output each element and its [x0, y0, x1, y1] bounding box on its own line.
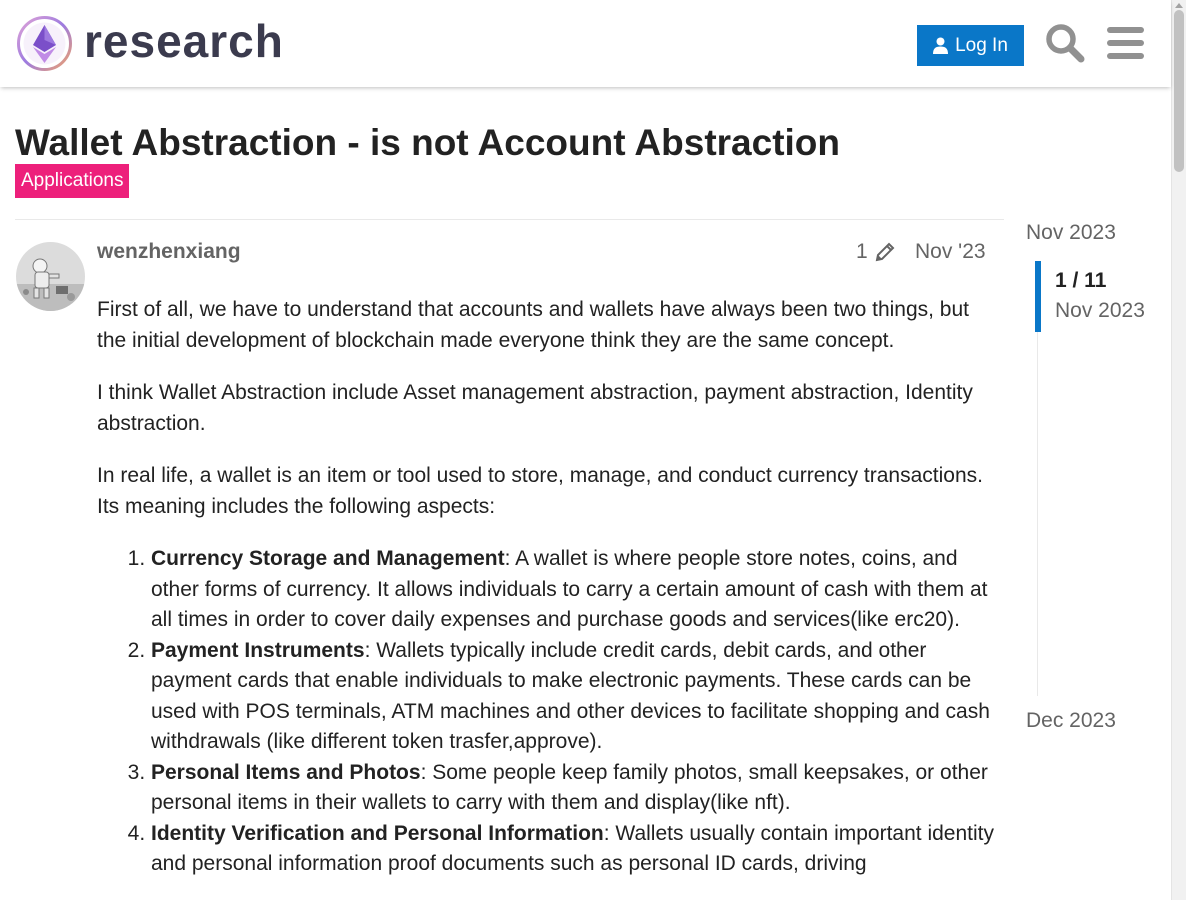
list-item: Payment Instruments: Wallets typically i… [151, 636, 997, 758]
scroll-up-arrow-icon[interactable] [1175, 3, 1183, 8]
list-item: Personal Items and Photos: Some people k… [151, 758, 997, 819]
post-paragraph: In real life, a wallet is an item or too… [97, 464, 983, 518]
site-logo[interactable]: research [16, 15, 284, 72]
category-badge[interactable]: Applications [15, 164, 130, 198]
site-name: research [84, 14, 284, 67]
list-item-term: Identity Verification and Personal Infor… [151, 821, 604, 845]
title-divider [15, 219, 1004, 220]
post-date[interactable]: Nov '23 [915, 240, 986, 264]
page-scrollbar[interactable] [1171, 0, 1186, 900]
logo-icon [17, 16, 72, 71]
post-paragraph: First of all, we have to understand that… [97, 298, 970, 352]
astronaut-avatar-image [16, 242, 85, 311]
edit-history-button[interactable]: 1 [856, 240, 896, 264]
aspects-list: Currency Storage and Management: A walle… [151, 544, 997, 880]
timeline-scroll-handle[interactable] [1035, 261, 1041, 332]
post-author-username[interactable]: wenzhenxiang [97, 240, 241, 264]
timeline-start-date[interactable]: Nov 2023 [1026, 221, 1116, 245]
post-paragraph: I think Wallet Abstraction include Asset… [97, 381, 973, 435]
hamburger-menu-icon[interactable] [1107, 26, 1144, 60]
login-button[interactable]: Log In [917, 25, 1024, 66]
pencil-icon [875, 242, 895, 262]
list-item-term: Currency Storage and Management [151, 547, 505, 570]
list-item-term: Payment Instruments [151, 638, 365, 662]
scrollbar-thumb[interactable] [1174, 10, 1184, 172]
timeline-end-date[interactable]: Dec 2023 [1026, 709, 1116, 733]
list-item-term: Personal Items and Photos [151, 760, 421, 784]
login-label: Log In [955, 34, 1008, 56]
site-header: research Log In [0, 0, 1171, 87]
list-item: Currency Storage and Management: A walle… [151, 544, 997, 636]
topic-title[interactable]: Wallet Abstraction - is not Account Abst… [15, 122, 840, 164]
search-icon[interactable] [1045, 23, 1085, 63]
timeline-position-date: Nov 2023 [1055, 299, 1145, 322]
timeline-position: 1 / 11 [1055, 269, 1107, 292]
edit-count: 1 [856, 240, 868, 263]
post-body: First of all, we have to understand that… [97, 295, 997, 880]
avatar[interactable] [16, 242, 85, 311]
list-item: Identity Verification and Personal Infor… [151, 819, 997, 880]
user-icon [933, 37, 949, 54]
